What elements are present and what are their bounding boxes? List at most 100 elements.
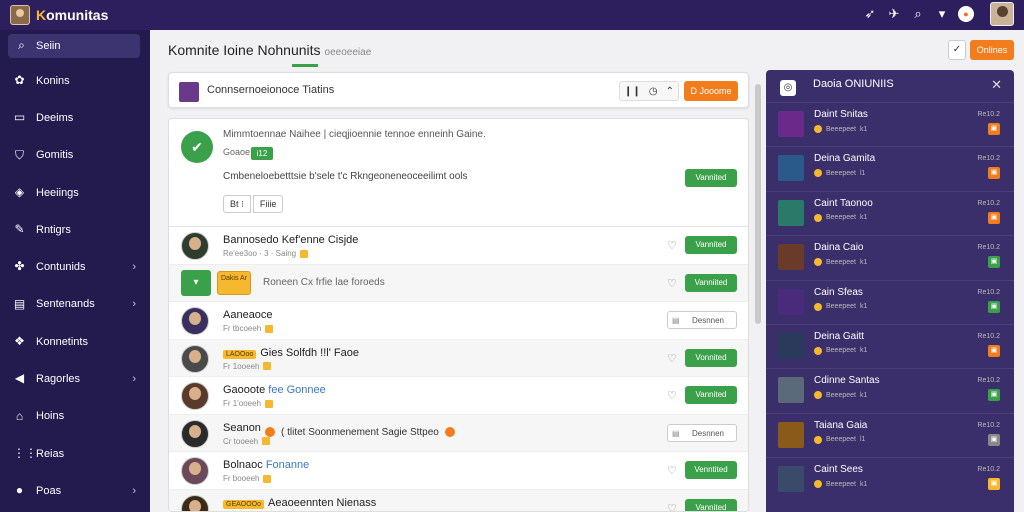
avatar[interactable]: [181, 344, 209, 373]
sidebar-item[interactable]: ✎ Rntigrs: [0, 211, 150, 248]
sidebar-item[interactable]: ▭ Deeims: [0, 99, 150, 136]
clock-icon[interactable]: ◷: [649, 86, 658, 97]
avatar[interactable]: [181, 382, 209, 410]
row-action-button[interactable]: Vannited: [685, 498, 737, 511]
confirm-button[interactable]: ✓: [948, 40, 966, 60]
row-action-button[interactable]: Venntited: [685, 461, 737, 479]
user-avatar[interactable]: [990, 2, 1014, 26]
sidebar-item-label: Poas: [36, 484, 62, 497]
notification-icon[interactable]: ●: [958, 6, 974, 22]
online-button[interactable]: Onlines: [970, 40, 1014, 60]
online-list-item[interactable]: Cain Sfeas Beeepeet k1 Re10.2 ▣: [766, 279, 1014, 324]
search-icon[interactable]: ⌕: [910, 6, 926, 22]
table-row[interactable]: Bannosedo Kef'enne Cisjde Re'ee3oo · 3 ·…: [169, 227, 748, 265]
sidebar-item[interactable]: ⛉ Gomitis: [0, 137, 150, 174]
table-row[interactable]: LAOOoo Gies Solfdh !!l' Faoe Fr 1ooeeh ♡ V…: [169, 339, 748, 377]
item-meta: Beeepeet l1: [814, 169, 865, 178]
badge-icon: [300, 249, 309, 258]
segment-filter[interactable]: Fiiie: [252, 195, 284, 213]
like-icon[interactable]: ♡: [667, 239, 677, 252]
row-action-button[interactable]: Vannited: [685, 236, 737, 254]
scrollbar[interactable]: [753, 72, 763, 512]
item-badge-icon[interactable]: ▣: [988, 300, 1000, 313]
scrollbar-thumb[interactable]: [755, 84, 761, 324]
avatar[interactable]: [181, 307, 209, 335]
online-list-item[interactable]: Cdinne Santas Beeepeet k1 Re10.2 ▣: [766, 368, 1014, 412]
item-badge-icon[interactable]: ▣: [988, 433, 1000, 446]
item-badge-icon[interactable]: ▣: [988, 478, 1000, 491]
table-row[interactable]: Bolnaoc Fonanne Fr booeeh ♡ Venntited: [169, 452, 748, 490]
item-meta: Beeepeet k1: [814, 258, 867, 267]
media-controls[interactable]: ❙❙ ◷ ⌃: [619, 81, 679, 101]
member-link[interactable]: Fonanne: [266, 459, 309, 471]
row-action-button[interactable]: Vonnited: [685, 348, 737, 367]
member-name[interactable]: Bolnaoc Fonanne: [223, 459, 309, 471]
like-icon[interactable]: ♡: [667, 352, 677, 365]
member-name[interactable]: Bannosedo Kef'enne Cisjde: [223, 234, 358, 246]
avatar[interactable]: [181, 419, 209, 448]
intro-segment-control: Bt ⁝ Fiiie: [223, 195, 284, 213]
search-bar[interactable]: Connsernoeionoce Tiatins ❙❙ ◷ ⌃ D Jooome: [168, 72, 749, 108]
table-row[interactable]: Seanon ( tlitet Soonmenement Sagie Sttpeo…: [169, 414, 748, 452]
row-secondary-button[interactable]: Desnnen: [667, 311, 737, 330]
badge-icon: [263, 474, 272, 483]
member-name[interactable]: Aaneaoce: [223, 309, 273, 321]
online-list-item[interactable]: Deina Gamita Beeepeet l1 Re10.2 ▣: [766, 146, 1014, 190]
item-badge-icon[interactable]: ▣: [988, 344, 1000, 357]
sidebar-item[interactable]: ⌕ Seiin: [8, 34, 140, 58]
item-badge-icon[interactable]: ▣: [988, 123, 1000, 135]
row-action-button[interactable]: Vannited: [685, 386, 737, 404]
plane-icon[interactable]: ✈: [886, 6, 902, 22]
online-list-item[interactable]: Daina Caio Beeepeet k1 Re10.2 ▣: [766, 235, 1014, 279]
segment-sort[interactable]: Bt ⁝: [223, 195, 251, 213]
member-name[interactable]: Gaooote fee Gonnee: [223, 384, 326, 396]
like-icon[interactable]: ♡: [667, 464, 677, 477]
sidebar-item[interactable]: ✤ Contunids ›: [0, 248, 150, 285]
app-logo[interactable]: Komunitas: [36, 7, 108, 23]
pause-icon[interactable]: ❙❙: [624, 86, 641, 97]
member-name[interactable]: LAOOoo Gies Solfdh !!l' Faoe: [223, 347, 359, 359]
close-icon[interactable]: ✕: [991, 77, 1002, 93]
sidebar-item[interactable]: ▤ Sentenands ›: [0, 286, 150, 323]
sidebar-item[interactable]: ❖ Konnetints: [0, 323, 150, 360]
game-thumbnail: [778, 111, 804, 137]
sidebar-item[interactable]: ⌂ Hoins: [0, 398, 150, 435]
online-list-item[interactable]: Taiana Gaia Beeepeet l1 Re10.2 ▣: [766, 412, 1014, 457]
row-action-button[interactable]: Vanniited: [685, 273, 737, 292]
like-icon[interactable]: ♡: [667, 277, 677, 290]
sidebar-item[interactable]: ◈ Heeiings: [0, 174, 150, 211]
dropdown-button[interactable]: ▾: [181, 269, 211, 296]
sidebar-item[interactable]: ⋮⋮ Reias: [0, 435, 150, 472]
online-list-item[interactable]: Caint Taonoo Beeepeet k1 Re10.2 ▣: [766, 190, 1014, 235]
member-link[interactable]: fee Gonnee: [268, 384, 326, 396]
item-badge-icon[interactable]: ▣: [988, 211, 1000, 224]
member-name[interactable]: Seanon: [223, 422, 261, 434]
people-icon: ❖: [14, 334, 25, 349]
table-row[interactable]: Gaooote fee Gonnee Fr 1'ooeeh ♡ Vannited: [169, 377, 748, 415]
avatar[interactable]: [181, 232, 209, 260]
chevron-up-icon[interactable]: ⌃: [666, 86, 674, 97]
item-meta-text: Beeepeet: [826, 347, 856, 355]
intro-action-button[interactable]: Vannited: [685, 169, 737, 187]
search-go-button[interactable]: D Jooome: [684, 81, 738, 101]
row-secondary-button[interactable]: Desnnen: [667, 423, 737, 443]
chevron-down-icon[interactable]: ▾: [934, 6, 950, 22]
table-row[interactable]: GEAOOOoAeaoeennten Nienass Fr tooeeh ♡Va…: [169, 489, 748, 512]
member-name[interactable]: GEAOOOo Aeaoeennten Nienass: [223, 497, 376, 509]
table-row[interactable]: ▾ Dakis Ar Roneen Cx frfie lae foroeds ♡…: [169, 264, 748, 302]
item-badge-icon[interactable]: ▣: [988, 167, 1000, 180]
rocket-icon[interactable]: ➶: [862, 6, 878, 22]
online-list-item[interactable]: Caint Sees Beeepeet k1 Re10.2 ▣: [766, 457, 1014, 501]
avatar[interactable]: [181, 457, 209, 485]
avatar[interactable]: [181, 494, 209, 511]
item-badge-icon[interactable]: ▣: [988, 256, 1000, 269]
online-list-item[interactable]: Deina Gaitt Beeepeet k1 Re10.2 ▣: [766, 323, 1014, 368]
item-badge-icon[interactable]: ▣: [988, 389, 1000, 402]
like-icon[interactable]: ♡: [667, 389, 677, 402]
online-list-item[interactable]: Daint Snitas Beeepeet k1 Re10.2 ▣: [766, 102, 1014, 146]
table-row[interactable]: Aaneaoce Fr tbcoeeh Desnnen: [169, 302, 748, 340]
sidebar-item[interactable]: ✿ Konins: [0, 62, 150, 99]
like-icon[interactable]: ♡: [667, 502, 677, 512]
sidebar-item[interactable]: ◀ Ragorles ›: [0, 360, 150, 397]
sidebar-item[interactable]: ● Poas ›: [0, 472, 150, 509]
